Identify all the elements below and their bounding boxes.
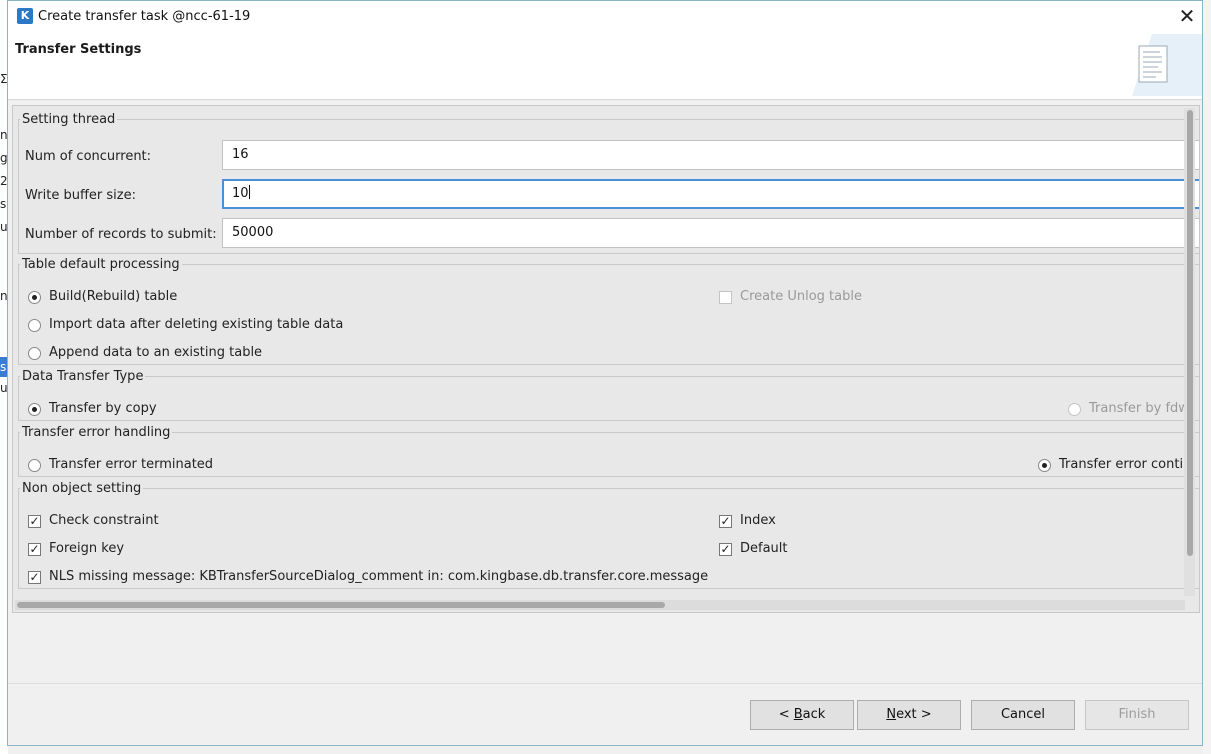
concurrent-input[interactable]: 16	[222, 140, 1199, 170]
error-handling-group: Transfer error handling Transfer error t…	[18, 425, 1199, 477]
footer-divider	[8, 683, 1202, 684]
concurrent-label: Num of concurrent:	[25, 149, 152, 164]
build-table-label[interactable]: Build(Rebuild) table	[49, 289, 177, 304]
error-terminated-radio[interactable]	[28, 459, 41, 472]
non-object-group: Non object setting ✓ Check constraint ✓ …	[18, 481, 1199, 589]
append-data-label[interactable]: Append data to an existing table	[49, 345, 262, 360]
wizard-banner: Transfer Settings	[8, 32, 1202, 100]
error-continue-radio[interactable]	[1038, 459, 1051, 472]
buffer-size-label: Write buffer size:	[25, 188, 136, 203]
default-checkbox[interactable]: ✓	[719, 543, 732, 556]
back-button[interactable]: < Back	[750, 700, 854, 730]
text-caret	[248, 185, 250, 199]
back-mnemonic: B	[793, 707, 803, 722]
check-constraint-checkbox[interactable]: ✓	[28, 515, 41, 528]
table-processing-group: Table default processing Build(Rebuild) …	[18, 257, 1199, 365]
setting-thread-group: Setting thread Num of concurrent: 16 Wri…	[18, 112, 1199, 254]
vertical-scrollbar[interactable]	[1184, 108, 1195, 596]
transfer-by-fdw-radio[interactable]	[1068, 403, 1081, 416]
transfer-by-copy-radio[interactable]	[28, 403, 41, 416]
transfer-by-copy-label[interactable]: Transfer by copy	[49, 401, 157, 416]
create-unlog-checkbox[interactable]	[719, 291, 732, 304]
error-handling-legend: Transfer error handling	[22, 425, 171, 440]
transfer-by-fdw-label: Transfer by fdw	[1089, 401, 1189, 416]
background-app-right-edge	[1203, 0, 1211, 754]
setting-thread-legend: Setting thread	[22, 112, 116, 127]
cancel-button[interactable]: Cancel	[971, 700, 1075, 730]
non-object-legend: Non object setting	[22, 481, 142, 496]
back-rest: ack	[802, 707, 826, 722]
background-fragment: s	[0, 197, 7, 211]
table-processing-legend: Table default processing	[22, 257, 180, 272]
horizontal-scrollbar[interactable]	[15, 600, 1185, 610]
transfer-type-legend: Data Transfer Type	[22, 369, 144, 384]
default-label[interactable]: Default	[740, 541, 788, 556]
document-icon	[1132, 34, 1202, 96]
nls-comment-label[interactable]: NLS missing message: KBTransferSourceDia…	[49, 569, 708, 584]
nls-comment-checkbox[interactable]: ✓	[28, 571, 41, 584]
next-button[interactable]: Next >	[857, 700, 961, 730]
import-after-delete-radio[interactable]	[28, 319, 41, 332]
check-constraint-label[interactable]: Check constraint	[49, 513, 159, 528]
dialog-title: Create transfer task @ncc-61-19	[38, 9, 251, 24]
finish-button[interactable]: Finish	[1085, 700, 1189, 730]
page-title: Transfer Settings	[15, 42, 142, 57]
horizontal-scroll-thumb[interactable]	[17, 602, 665, 608]
index-label[interactable]: Index	[740, 513, 776, 528]
index-checkbox[interactable]: ✓	[719, 515, 732, 528]
records-label: Number of records to submit:	[25, 227, 217, 242]
vertical-scroll-thumb[interactable]	[1187, 110, 1193, 556]
close-button[interactable]: ✕	[1172, 1, 1202, 32]
foreign-key-checkbox[interactable]: ✓	[28, 543, 41, 556]
build-table-radio[interactable]	[28, 291, 41, 304]
dialog-titlebar: K Create transfer task @ncc-61-19 ✕	[8, 1, 1202, 32]
transfer-task-dialog: K Create transfer task @ncc-61-19 ✕ Tran…	[7, 0, 1203, 746]
buffer-size-value: 10	[232, 186, 249, 201]
next-rest: ext >	[896, 707, 932, 722]
app-icon: K	[17, 8, 33, 24]
import-after-delete-label[interactable]: Import data after deleting existing tabl…	[49, 317, 343, 332]
records-input[interactable]: 50000	[222, 218, 1199, 248]
error-terminated-label[interactable]: Transfer error terminated	[49, 457, 213, 472]
error-continue-label[interactable]: Transfer error contin	[1059, 457, 1191, 472]
settings-scroll-area[interactable]: Setting thread Num of concurrent: 16 Wri…	[12, 105, 1200, 613]
transfer-type-group: Data Transfer Type Transfer by copy Tran…	[18, 369, 1199, 421]
back-prefix: <	[778, 707, 794, 722]
append-data-radio[interactable]	[28, 347, 41, 360]
foreign-key-label[interactable]: Foreign key	[49, 541, 124, 556]
create-unlog-label: Create Unlog table	[740, 289, 862, 304]
next-mnemonic: N	[886, 707, 897, 722]
buffer-size-input[interactable]: 10	[222, 179, 1199, 209]
